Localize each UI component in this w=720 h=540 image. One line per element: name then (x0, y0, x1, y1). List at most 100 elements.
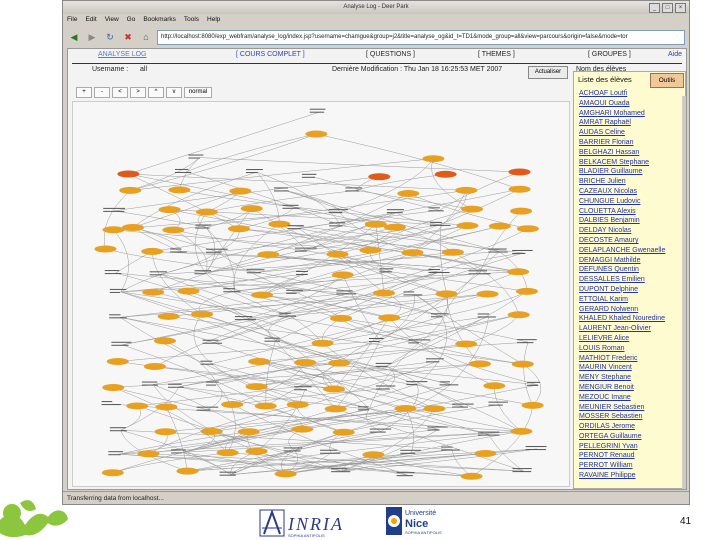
graph-node[interactable] (195, 208, 218, 216)
graph-node[interactable] (254, 402, 277, 410)
graph-node[interactable] (291, 425, 314, 433)
graph-node[interactable] (102, 226, 125, 234)
student-link[interactable]: MEZOUC Imane (579, 393, 685, 403)
pan-right-button[interactable]: > (130, 87, 146, 98)
student-link[interactable]: DEFUNES Quentin (579, 265, 685, 275)
graph-node[interactable] (106, 358, 129, 366)
graph-node[interactable] (237, 428, 260, 436)
minimize-button[interactable]: _ (649, 3, 660, 13)
student-link[interactable]: GERARD Nolwenn (579, 305, 685, 315)
student-link[interactable]: LELIEVRE Alice (579, 334, 685, 344)
student-link[interactable]: RAVAINE Philippe (579, 471, 685, 481)
graph-node[interactable] (154, 428, 177, 436)
graph-node[interactable] (101, 469, 124, 477)
graph-node[interactable] (434, 170, 457, 178)
tab-aide[interactable]: Aide (668, 51, 682, 58)
tools-button[interactable]: Outils (650, 73, 684, 88)
student-link[interactable]: DALBIES Benjamin (579, 216, 685, 226)
graph-node[interactable] (359, 246, 382, 254)
graph-node[interactable] (362, 451, 385, 459)
graph-node[interactable] (268, 220, 291, 228)
graph-node[interactable] (216, 449, 239, 457)
student-link[interactable]: DUPONT Delphine (579, 285, 685, 295)
graph-node[interactable] (372, 289, 395, 297)
back-arrow-icon[interactable]: ◀ (67, 30, 81, 44)
graph-node[interactable] (153, 337, 176, 345)
graph-node[interactable] (119, 186, 142, 194)
graph-node[interactable] (248, 358, 271, 366)
graph-node[interactable] (126, 402, 149, 410)
student-link[interactable]: ACHOAF Loutfi (579, 89, 685, 99)
graph-node[interactable] (311, 339, 334, 347)
graph-node[interactable] (121, 224, 144, 232)
graph-node[interactable] (441, 248, 464, 256)
menu-go[interactable]: Go (127, 14, 136, 26)
tab-groupes[interactable]: [ GROUPES ] (588, 51, 631, 58)
graph-node[interactable] (508, 168, 531, 176)
graph-node[interactable] (221, 400, 244, 408)
menu-edit[interactable]: Edit (85, 14, 96, 26)
graph-node[interactable] (476, 290, 499, 298)
graph-node[interactable] (228, 225, 251, 233)
graph-node[interactable] (330, 314, 353, 322)
student-link[interactable]: BELKACEM Stephane (579, 158, 685, 168)
student-link[interactable]: AMAOUI Ouada (579, 99, 685, 109)
home-icon[interactable]: ⌂ (139, 30, 153, 44)
student-link[interactable]: CHUNGUE Ludovic (579, 197, 685, 207)
pan-left-button[interactable]: < (112, 87, 128, 98)
menu-view[interactable]: View (105, 14, 119, 26)
graph-node[interactable] (158, 206, 181, 214)
graph-node[interactable] (94, 245, 117, 253)
graph-node[interactable] (378, 314, 401, 322)
graph-node[interactable] (510, 207, 533, 215)
close-button[interactable]: × (675, 3, 686, 13)
student-link[interactable]: PELLEGRINI Yvan (579, 442, 685, 452)
graph-node[interactable] (168, 186, 191, 194)
student-link[interactable]: BRICHE Julien (579, 177, 685, 187)
menu-bookmarks[interactable]: Bookmarks (143, 14, 176, 26)
student-link[interactable]: PERROT William (579, 461, 685, 471)
student-link[interactable]: MAURIN Vincent (579, 363, 685, 373)
graph-node[interactable] (468, 360, 491, 368)
menu-help[interactable]: Help (207, 14, 220, 26)
log-graph-view[interactable] (72, 101, 570, 487)
graph-node[interactable] (383, 223, 406, 231)
graph-node[interactable] (142, 288, 165, 296)
graph-node[interactable] (251, 291, 274, 299)
student-link[interactable]: CLOUETTA Alexis (579, 207, 685, 217)
graph-node[interactable] (141, 247, 164, 255)
graph-node[interactable] (461, 205, 484, 213)
student-link[interactable]: DELDAY Nicolas (579, 226, 685, 236)
graph-node[interactable] (423, 405, 446, 413)
reload-icon[interactable]: ↻ (103, 30, 117, 44)
graph-node[interactable] (143, 363, 166, 371)
student-link[interactable]: BELGHAZI Hassan (579, 148, 685, 158)
forward-arrow-icon[interactable]: ▶ (85, 30, 99, 44)
graph-node[interactable] (474, 449, 497, 457)
tab-themes[interactable]: [ THEMES ] (478, 51, 515, 58)
graph-node[interactable] (323, 385, 346, 393)
zoom-normal-button[interactable]: normal (184, 87, 212, 98)
menu-tools[interactable]: Tools (184, 14, 199, 26)
graph-node[interactable] (507, 311, 530, 319)
graph-node[interactable] (274, 470, 297, 478)
graph-node[interactable] (177, 287, 200, 295)
graph-node[interactable] (305, 130, 328, 138)
graph-node[interactable] (102, 384, 125, 392)
student-link[interactable]: DESSALLES Emilien (579, 275, 685, 285)
graph-node[interactable] (324, 405, 347, 413)
student-link[interactable]: DELAPLANCHE Gwenaelle (579, 246, 685, 256)
student-link[interactable]: KHALED Khaled Nouredine (579, 314, 685, 324)
url-field[interactable]: http://localhost:8080/exp_webfram/analys… (157, 29, 685, 45)
student-link[interactable]: MEUNIER Sebastien (579, 403, 685, 413)
graph-node[interactable] (286, 401, 309, 409)
graph-node[interactable] (229, 187, 252, 195)
graph-node[interactable] (483, 382, 506, 390)
refresh-button[interactable]: Actualiser (528, 66, 568, 79)
graph-node[interactable] (368, 173, 391, 181)
graph-node[interactable] (455, 340, 478, 348)
graph-node[interactable] (394, 404, 417, 412)
graph-node[interactable] (245, 383, 268, 391)
student-link[interactable]: CAZEAUX Nicolas (579, 187, 685, 197)
graph-node[interactable] (364, 220, 387, 228)
